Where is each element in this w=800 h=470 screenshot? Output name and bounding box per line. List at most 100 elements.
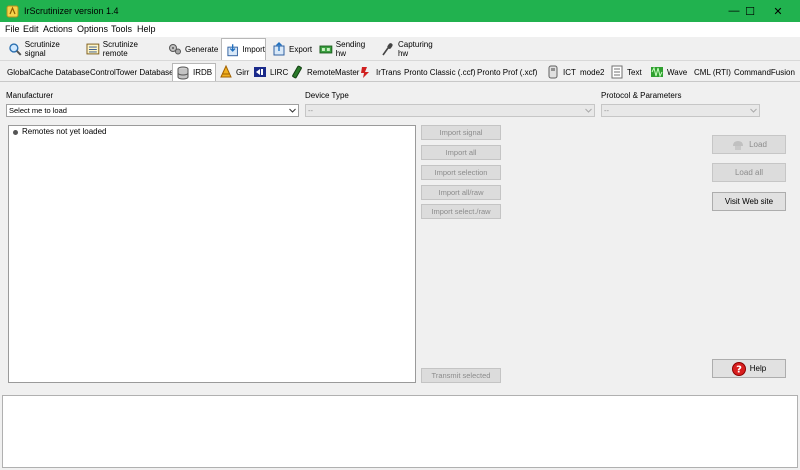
button-label: Import all bbox=[445, 148, 477, 157]
remotes-tree[interactable]: Remotes not yet loaded bbox=[8, 125, 416, 383]
tab-generate[interactable]: Generate bbox=[164, 38, 220, 60]
wave-icon bbox=[651, 66, 663, 78]
protocol-select[interactable]: -- bbox=[601, 104, 760, 117]
subtab-pronto-classic[interactable]: Pronto Classic (.ccf) bbox=[404, 63, 476, 81]
subtab-text[interactable]: Text bbox=[610, 63, 642, 81]
button-label: Import selection bbox=[434, 168, 488, 177]
menu-tools[interactable]: Tools bbox=[111, 24, 132, 34]
subtab-label: Pronto Classic (.ccf) bbox=[404, 67, 476, 77]
manufacturer-label: Manufacturer bbox=[6, 91, 54, 100]
tab-label: Scrutinize remote bbox=[102, 40, 138, 58]
subtab-commandfusion[interactable]: CommandFusion bbox=[734, 63, 795, 81]
device-type-value: -- bbox=[308, 106, 313, 115]
menu-file[interactable]: File bbox=[5, 24, 20, 34]
subtab-cml-rti[interactable]: CML (RTI) bbox=[694, 63, 731, 81]
import-all-raw-button[interactable]: Import all/raw bbox=[421, 185, 501, 200]
window-title: IrScrutinizer version 1.4 bbox=[24, 6, 119, 16]
gears-icon bbox=[169, 44, 181, 55]
subtab-label: IRDB bbox=[193, 68, 213, 77]
subtab-ict[interactable]: ICT bbox=[546, 63, 576, 81]
subtab-globalcache[interactable]: GlobalCache Database bbox=[7, 63, 90, 81]
tab-scrutinize-signal[interactable]: Scrutinize signal bbox=[4, 38, 82, 60]
menu-help[interactable]: Help bbox=[137, 24, 156, 34]
close-icon: ✕ bbox=[773, 5, 783, 18]
maximize-icon: ☐ bbox=[745, 5, 755, 18]
subtab-lirc[interactable]: LIRC bbox=[253, 63, 288, 81]
load-icon bbox=[733, 140, 744, 150]
help-icon: ? bbox=[731, 361, 746, 376]
import-selection-button[interactable]: Import selection bbox=[421, 165, 501, 180]
menu-edit[interactable]: Edit bbox=[23, 24, 39, 34]
help-button[interactable]: ? Help bbox=[712, 359, 786, 378]
import-select-raw-button[interactable]: Import select./raw bbox=[421, 204, 501, 219]
button-label: Transmit selected bbox=[431, 371, 491, 380]
chevron-down-icon bbox=[289, 108, 296, 113]
tab-label: Export bbox=[289, 44, 313, 54]
subtab-irdb[interactable]: IRDB bbox=[172, 63, 216, 81]
database-icon bbox=[177, 66, 189, 79]
app-logo-icon bbox=[6, 5, 19, 18]
load-button[interactable]: Load bbox=[712, 135, 786, 154]
visit-web-site-button[interactable]: Visit Web site bbox=[712, 192, 786, 211]
menu-options[interactable]: Options bbox=[77, 24, 108, 34]
microphone-icon bbox=[382, 43, 393, 56]
subtab-label: LIRC bbox=[270, 67, 289, 77]
tab-label: Sending hw bbox=[335, 40, 366, 58]
subtab-label: ICT bbox=[563, 67, 576, 77]
subtab-label: Girr bbox=[236, 67, 250, 77]
import-signal-button[interactable]: Import signal bbox=[421, 125, 501, 140]
tab-scrutinize-remote[interactable]: Scrutinize remote bbox=[82, 38, 164, 60]
subtab-label: mode2 bbox=[580, 67, 605, 77]
manufacturer-value: Select me to load bbox=[9, 106, 67, 115]
tab-import[interactable]: Import bbox=[221, 38, 266, 60]
protocol-label: Protocol & Parameters bbox=[601, 91, 682, 100]
lirc-icon bbox=[254, 67, 266, 77]
ict-icon bbox=[548, 65, 558, 79]
svg-text:?: ? bbox=[736, 364, 742, 375]
menu-actions[interactable]: Actions bbox=[43, 24, 73, 34]
subtab-mode2[interactable]: mode2 bbox=[580, 63, 604, 81]
import-subtab-bar: GlobalCache Database ControlTower Databa… bbox=[0, 60, 800, 82]
main-tab-bar: Scrutinize signal Scrutinize remote Gene… bbox=[0, 38, 800, 60]
title-bar[interactable]: IrScrutinizer version 1.4 — ☐ ✕ bbox=[0, 0, 800, 22]
tree-node-bullet-icon bbox=[13, 130, 18, 135]
device-type-select[interactable]: -- bbox=[305, 104, 595, 117]
remote-list-icon bbox=[86, 43, 100, 55]
protocol-value: -- bbox=[604, 106, 609, 115]
transmit-selected-button[interactable]: Transmit selected bbox=[421, 368, 501, 383]
remotemaster-icon bbox=[292, 65, 302, 79]
subtab-label: IrTrans bbox=[376, 67, 402, 77]
close-button[interactable]: ✕ bbox=[756, 0, 800, 22]
load-all-button[interactable]: Load all bbox=[712, 163, 786, 182]
text-icon bbox=[611, 65, 623, 79]
girr-icon bbox=[220, 65, 232, 78]
magnifier-icon bbox=[9, 43, 22, 56]
tab-export[interactable]: Export bbox=[268, 38, 315, 60]
subtab-pronto-prof[interactable]: Pronto Prof (.xcf) bbox=[477, 63, 537, 81]
subtab-controltower[interactable]: ControlTower Database bbox=[90, 63, 174, 81]
subtab-label: Wave bbox=[667, 67, 688, 77]
device-type-label: Device Type bbox=[305, 91, 349, 100]
button-label: Load bbox=[749, 140, 767, 149]
subtab-label: GlobalCache Database bbox=[7, 67, 90, 77]
import-all-button[interactable]: Import all bbox=[421, 145, 501, 160]
tab-label: Scrutinize signal bbox=[24, 40, 60, 58]
button-label: Help bbox=[749, 364, 767, 373]
button-label: Import select./raw bbox=[431, 207, 491, 216]
tab-sending-hw[interactable]: Sending hw bbox=[315, 38, 377, 60]
button-label: Import all/raw bbox=[438, 188, 484, 197]
subtab-irtrans[interactable]: IrTrans bbox=[359, 63, 401, 81]
irtrans-icon bbox=[361, 67, 369, 78]
button-label: Visit Web site bbox=[724, 197, 774, 206]
tree-item[interactable]: Remotes not yet loaded bbox=[22, 127, 107, 136]
subtab-girr[interactable]: Girr bbox=[219, 63, 249, 81]
console-output[interactable] bbox=[2, 395, 798, 468]
tab-capturing-hw[interactable]: Capturing hw bbox=[377, 38, 445, 60]
tab-label: Capturing hw bbox=[397, 40, 433, 58]
import-icon bbox=[227, 43, 238, 56]
subtab-wave[interactable]: Wave bbox=[650, 63, 687, 81]
subtab-label: Text bbox=[627, 67, 642, 77]
subtab-remotemaster[interactable]: RemoteMaster bbox=[290, 63, 359, 81]
manufacturer-select[interactable]: Select me to load bbox=[6, 104, 299, 117]
chevron-down-icon bbox=[750, 108, 757, 113]
